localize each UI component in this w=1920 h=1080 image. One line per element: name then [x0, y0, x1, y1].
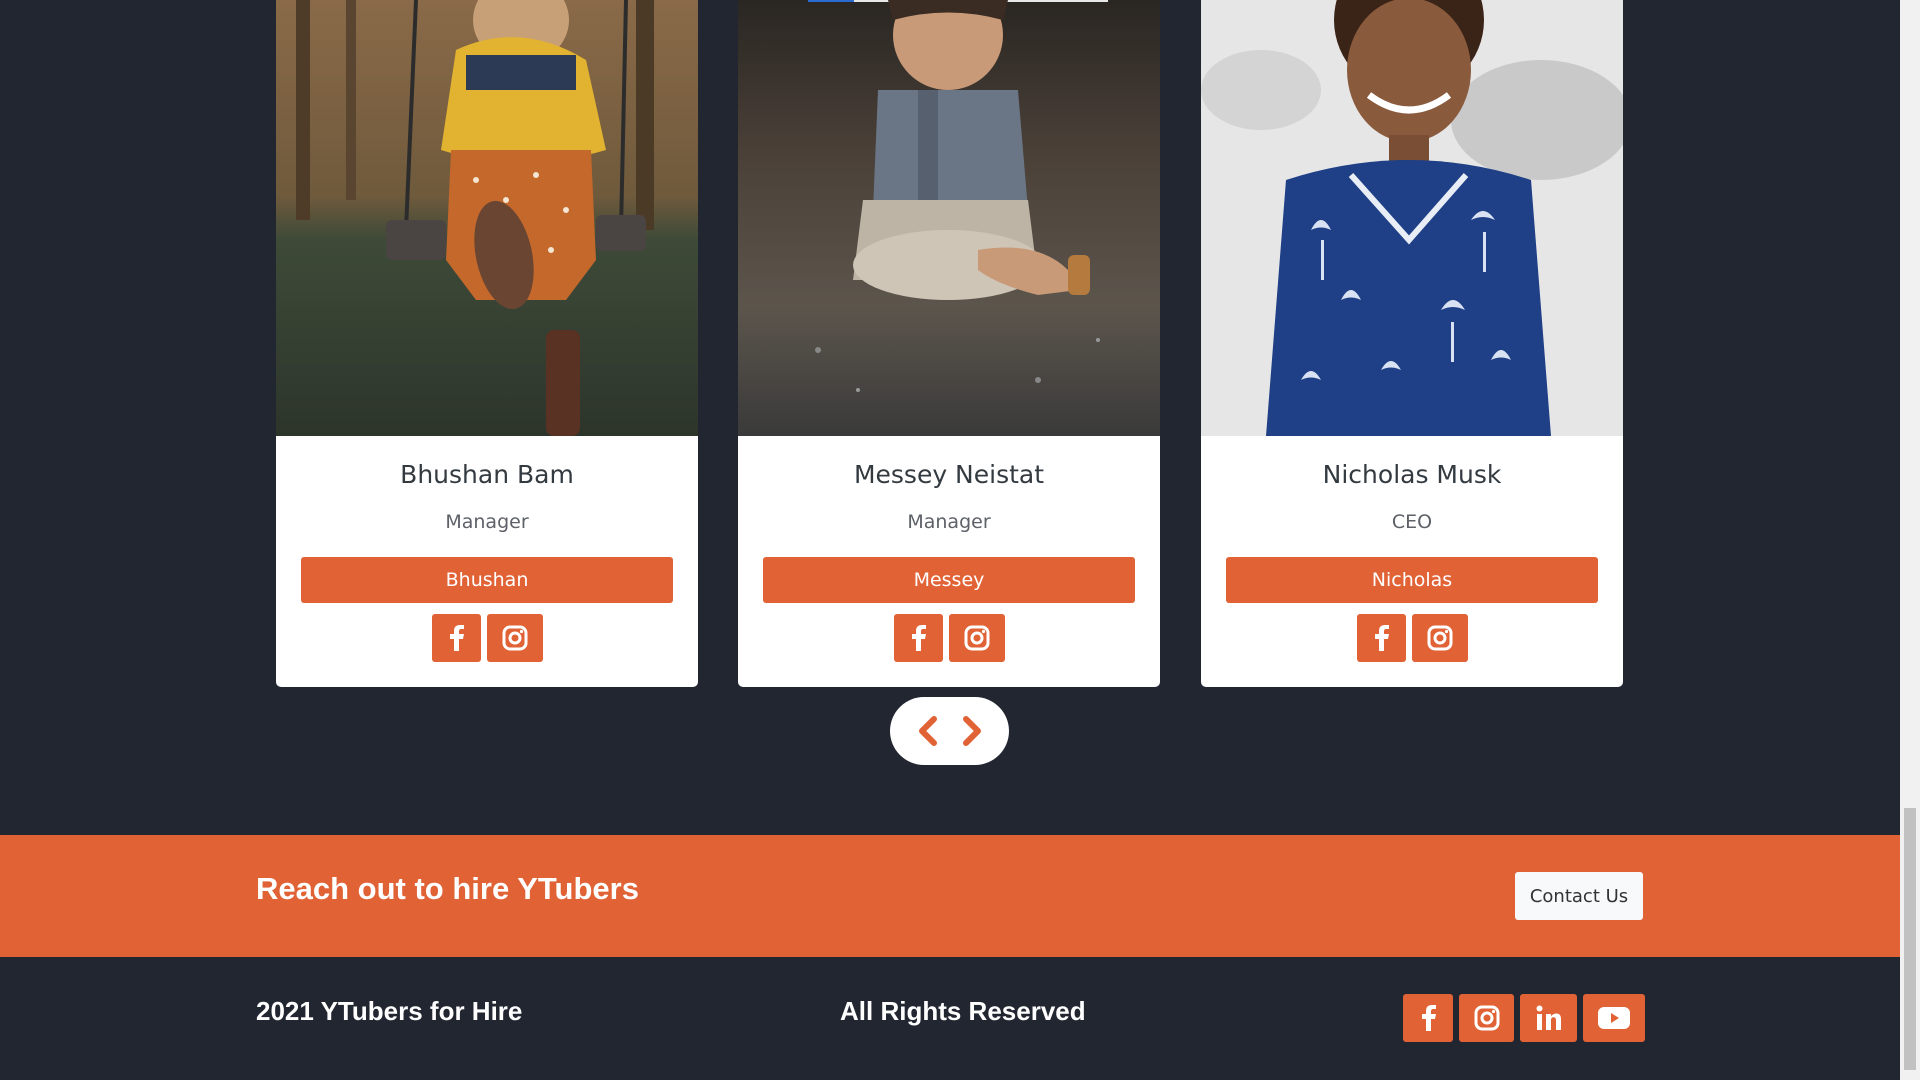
team-member-social-links: [276, 614, 698, 662]
team-member-button[interactable]: Bhushan: [301, 557, 673, 603]
cta-banner: Reach out to hire YTubers Contact Us: [0, 835, 1900, 957]
carousel-pager: [890, 697, 1009, 765]
scrollbar-thumb[interactable]: [1904, 808, 1916, 1070]
team-member-button[interactable]: Messey: [763, 557, 1135, 603]
team-card: Messey Neistat Manager Messey: [738, 0, 1160, 687]
team-member-photo: [276, 0, 698, 436]
facebook-icon[interactable]: [431, 614, 481, 662]
youtube-icon[interactable]: [1583, 994, 1645, 1042]
team-member-role: Manager: [907, 511, 991, 533]
cta-text: Reach out to hire YTubers: [256, 871, 639, 906]
team-member-social-links: [1201, 614, 1623, 662]
instagram-icon[interactable]: [1411, 614, 1468, 662]
chevron-right-icon[interactable]: [961, 716, 983, 746]
instagram-icon[interactable]: [486, 614, 543, 662]
team-card: Bhushan Bam Manager Bhushan: [276, 0, 698, 687]
facebook-icon[interactable]: [1403, 994, 1453, 1042]
team-member-name: Bhushan Bam: [400, 460, 574, 489]
team-carousel: Bhushan Bam Manager Bhushan Messey Neist…: [0, 0, 1900, 700]
team-member-role: CEO: [1391, 511, 1433, 533]
footer-social-links: [1403, 994, 1645, 1042]
facebook-icon[interactable]: [893, 614, 943, 662]
team-member-role: Manager: [445, 511, 529, 533]
contact-us-button[interactable]: Contact Us: [1515, 872, 1643, 920]
team-member-photo: [1201, 0, 1623, 436]
team-member-name: Messey Neistat: [853, 460, 1045, 489]
footer-rights: All Rights Reserved: [840, 996, 1086, 1026]
chevron-left-icon[interactable]: [917, 716, 939, 746]
team-member-button[interactable]: Nicholas: [1226, 557, 1598, 603]
team-member-name: Nicholas Musk: [1322, 460, 1502, 489]
facebook-icon[interactable]: [1356, 614, 1406, 662]
team-card: Nicholas Musk CEO Nicholas: [1201, 0, 1623, 687]
team-member-photo: [738, 0, 1160, 436]
footer-copyright: 2021 YTubers for Hire: [256, 996, 523, 1026]
instagram-icon[interactable]: [948, 614, 1005, 662]
scrollbar[interactable]: [1900, 0, 1920, 1080]
linkedin-icon[interactable]: [1520, 994, 1577, 1042]
team-member-social-links: [738, 614, 1160, 662]
footer: 2021 YTubers for Hire All Rights Reserve…: [0, 957, 1900, 1080]
instagram-icon[interactable]: [1459, 994, 1514, 1042]
